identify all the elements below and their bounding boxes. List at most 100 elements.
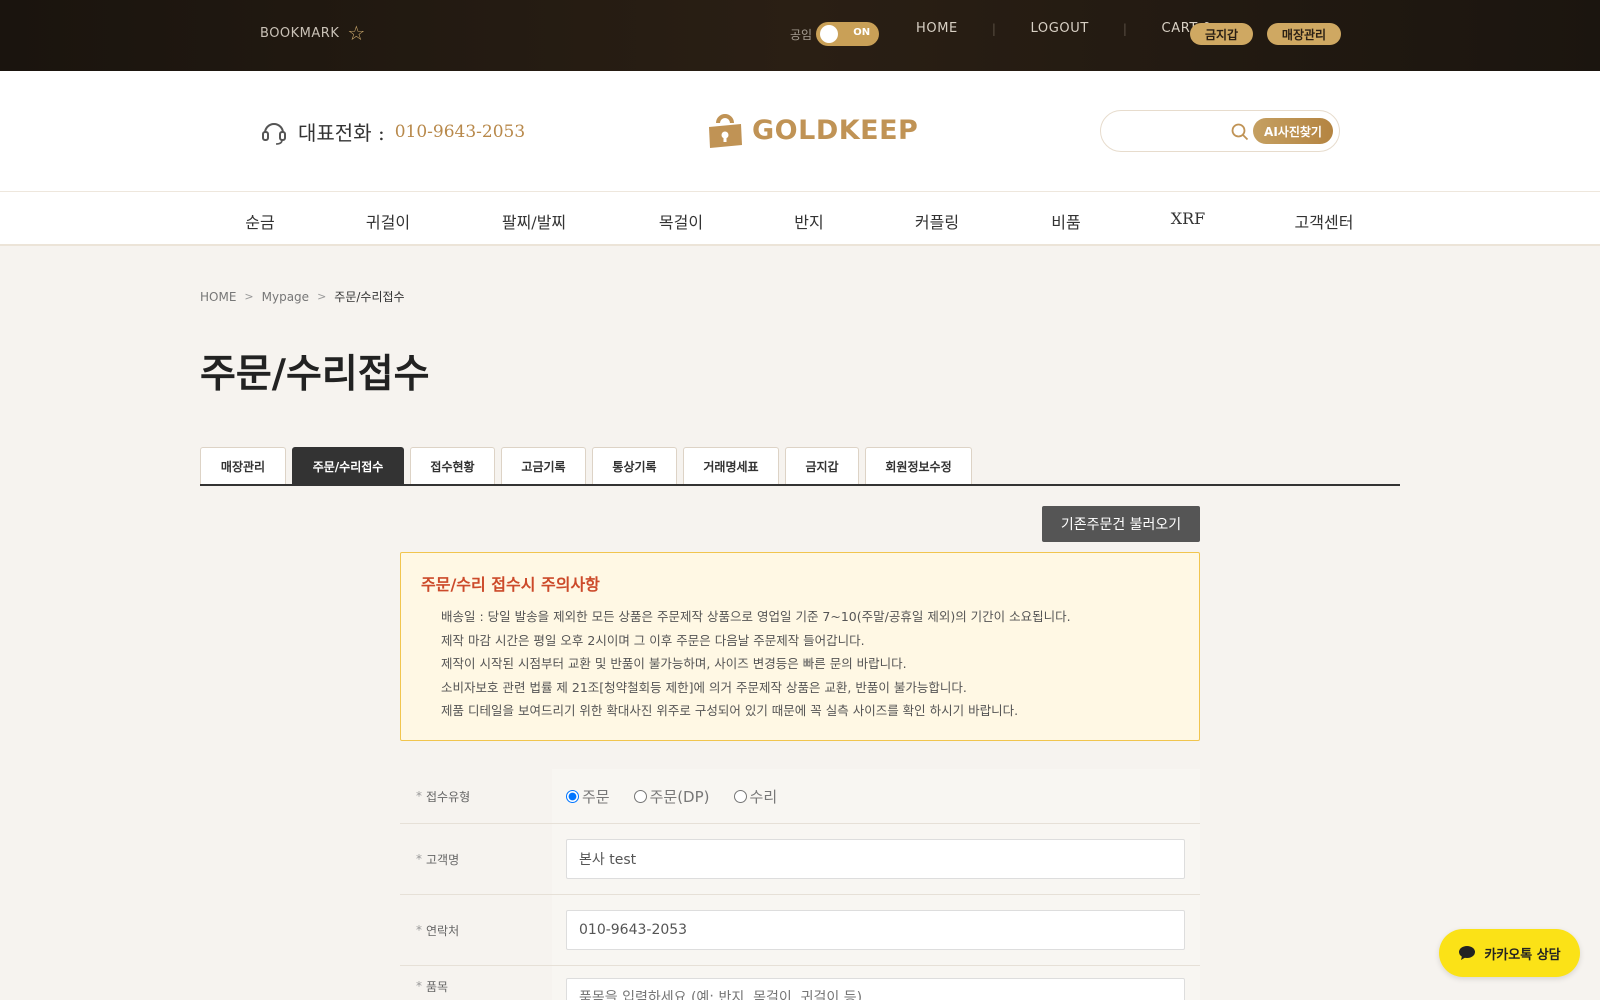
nav-item-necklaces[interactable]: 목걸이 [659,209,703,233]
breadcrumb: HOME > Mypage > 주문/수리접수 [200,288,405,305]
notice-line: 제작 마감 시간은 평일 오후 2시이며 그 이후 주문은 다음날 주문제작 들… [441,632,865,648]
radio-order-input[interactable] [566,790,579,803]
radio-repair-input[interactable] [733,790,747,803]
separator: | [1122,21,1128,36]
form-value-cell [552,824,1200,894]
tab-old-gold-records[interactable]: 고금기록 [501,447,586,484]
form-label: * 고객명 [400,824,552,894]
store-management-button[interactable]: 매장관리 [1267,23,1341,45]
notice-line: 제품 디테일을 보여드리기 위한 확대사진 위주로 구성되어 있기 때문에 꼭 … [441,703,1019,718]
form-value-cell [552,895,1200,965]
notice-box: 주문/수리 접수시 주의사항 배송일 : 당일 발송을 제외한 모든 상품은 주… [400,552,1200,741]
phone-title: 대표전화 : [298,121,385,145]
order-form: * 접수유형 주문 주문(DP) 수리 * 고객명 * 연락처 * 품목 [400,769,1200,1000]
tab-transaction-statement[interactable]: 거래명세표 [683,447,779,484]
breadcrumb-current: 주문/수리접수 [334,290,405,304]
radio-order-dp-label: 주문(DP) [649,788,710,806]
form-label: * 품목 [400,966,552,1000]
required-mark: * [416,852,422,866]
nav-item-xrf[interactable]: XRF [1171,209,1206,228]
tab-gold-wallet[interactable]: 금지갑 [785,447,859,484]
separator: | [991,21,997,36]
search-icon[interactable] [1231,123,1249,141]
top-bar: BOOKMARK ☆ 공임 ON HOME | LOGOUT | CART 0 … [0,0,1600,71]
chevron-right-icon: > [244,290,254,303]
form-row-contact: * 연락처 [400,895,1200,966]
mypage-tabs: 매장관리 주문/수리접수 접수현황 고금기록 통상기록 거래명세표 금지갑 회원… [200,447,1400,486]
chevron-right-icon: > [317,290,327,303]
main-nav: 순금 귀걸이 팔찌/발찌 목걸이 반지 커플링 비품 XRF 고객센터 [0,191,1600,246]
form-value-cell: 주문 주문(DP) 수리 [552,769,1200,823]
kakao-chat-button[interactable]: 카카오톡 상담 [1439,929,1580,977]
form-row-item: * 품목 [400,966,1200,1000]
form-row-customer: * 고객명 [400,824,1200,895]
required-mark: * [416,789,422,803]
bookmark-label: BOOKMARK [260,25,340,41]
ai-photo-search-button[interactable]: AI사진찾기 [1253,118,1333,144]
phone-contact: 대표전화 : 010-9643-2053 [260,117,525,146]
top-nav: HOME | LOGOUT | CART 0 [916,21,1212,36]
site-logo[interactable]: GOLDKEEP [704,109,918,151]
radio-repair-label: 수리 [749,788,778,806]
tab-reception-status[interactable]: 접수현황 [410,447,495,484]
logo-text: GOLDKEEP [752,114,919,146]
nav-item-pure-gold[interactable]: 순금 [245,209,274,233]
phone-number: 010-9643-2053 [394,121,526,142]
type-radio-group: 주문 주문(DP) 수리 [566,786,777,807]
required-mark: * [416,979,422,993]
radio-order[interactable]: 주문 [566,786,610,807]
type-label: 접수유형 [426,789,471,804]
tab-store-management[interactable]: 매장관리 [200,447,286,484]
item-label: 품목 [426,979,449,994]
lock-bag-icon [709,114,742,148]
nav-item-earrings[interactable]: 귀걸이 [366,209,410,233]
notice-title: 주문/수리 접수시 주의사항 [421,575,600,594]
form-label: * 접수유형 [400,769,552,823]
contact-label: 연락처 [426,923,460,938]
page-title: 주문/수리접수 [200,352,430,397]
gold-wallet-button[interactable]: 금지갑 [1190,23,1253,45]
nav-item-customer-center[interactable]: 고객센터 [1295,209,1354,233]
tab-order-repair[interactable]: 주문/수리접수 [292,447,404,484]
required-mark: * [416,923,422,937]
notice-list: 배송일 : 당일 발송을 제외한 모든 상품은 주문제작 상품으로 영업일 기준… [441,605,1071,723]
labor-toggle-group: 공임 ON [790,22,880,46]
breadcrumb-mypage[interactable]: Mypage [262,290,309,304]
top-nav-logout[interactable]: LOGOUT [1031,21,1089,36]
nav-item-supplies[interactable]: 비품 [1051,209,1080,233]
site-header: 대표전화 : 010-9643-2053 GOLDKEEP AI사진찾기 [0,71,1600,191]
labor-toggle-label: 공임 [790,27,813,42]
contact-field[interactable] [566,910,1185,950]
headset-icon [262,122,286,145]
chat-bubble-icon [1459,946,1476,960]
notice-line: 제작이 시작된 시점부터 교환 및 반품이 불가능하며, 사이즈 변경등은 빠른… [441,656,907,671]
bookmark-link[interactable]: BOOKMARK ☆ [260,21,366,45]
top-nav-home[interactable]: HOME [916,21,958,36]
tab-regular-records[interactable]: 통상기록 [592,447,677,484]
customer-name-field[interactable] [566,839,1185,879]
star-icon: ☆ [347,21,366,45]
form-label: * 연락처 [400,895,552,965]
form-value-cell [552,966,1200,1000]
customer-label: 고객명 [426,852,460,867]
labor-toggle[interactable]: ON [816,22,880,46]
tab-member-info-edit[interactable]: 회원정보수정 [865,447,972,484]
nav-item-couple-rings[interactable]: 커플링 [915,209,959,233]
nav-item-rings[interactable]: 반지 [794,209,823,233]
load-existing-order-button[interactable]: 기존주문건 불러오기 [1042,506,1200,542]
kakao-chat-label: 카카오톡 상담 [1484,947,1561,963]
radio-order-label: 주문 [582,788,610,806]
notice-line: 소비자보호 관련 법률 제 21조[청약철회등 제한]에 의거 주문제작 상품은… [441,679,967,695]
radio-repair[interactable]: 수리 [733,786,778,807]
nav-item-bracelets[interactable]: 팔찌/발찌 [502,209,566,233]
search-box: AI사진찾기 [1100,110,1340,152]
breadcrumb-home[interactable]: HOME [200,290,236,304]
search-input[interactable] [1115,120,1225,144]
toggle-state: ON [853,27,871,38]
form-row-type: * 접수유형 주문 주문(DP) 수리 [400,769,1200,824]
radio-order-dp[interactable]: 주문(DP) [633,786,710,807]
radio-order-dp-input[interactable] [633,790,647,803]
notice-line: 배송일 : 당일 발송을 제외한 모든 상품은 주문제작 상품으로 영업일 기준… [441,609,1071,624]
toggle-knob [820,25,839,43]
item-field[interactable] [566,978,1185,1000]
